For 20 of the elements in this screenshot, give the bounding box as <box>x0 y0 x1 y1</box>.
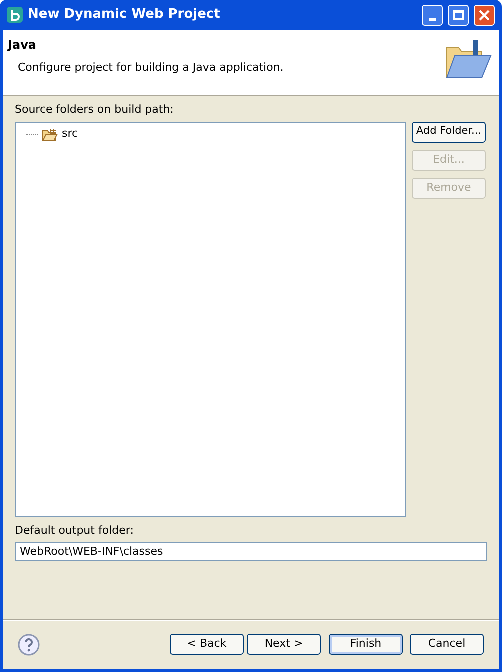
footer-button[interactable]: Next > <box>247 634 321 655</box>
help-icon[interactable] <box>18 634 40 656</box>
window-title: New Dynamic Web Project <box>28 6 222 24</box>
maximize-button[interactable] <box>448 4 469 26</box>
source-folders-label: Source folders on build path: <box>15 102 175 118</box>
tree-item[interactable]: src <box>62 126 78 143</box>
output-folder-label: Default output folder: <box>15 522 135 538</box>
app-logo-icon <box>7 7 23 23</box>
close-button[interactable] <box>474 4 495 26</box>
footer-button[interactable]: Cancel <box>410 634 484 655</box>
page-title: Java <box>8 37 38 54</box>
source-folder-icon <box>42 128 58 142</box>
output-folder-field[interactable]: WebRoot\WEB-INF\classes <box>15 542 487 561</box>
close-icon <box>479 10 490 20</box>
source-folders-list[interactable]: src <box>15 122 406 516</box>
minimize-button[interactable] <box>422 4 443 26</box>
footer-button[interactable]: < Back <box>170 634 244 655</box>
page-description: Configure project for building a Java application. <box>18 60 285 76</box>
footer-button[interactable]: Finish <box>329 634 403 655</box>
side-button[interactable]: Add Folder... <box>412 122 486 142</box>
